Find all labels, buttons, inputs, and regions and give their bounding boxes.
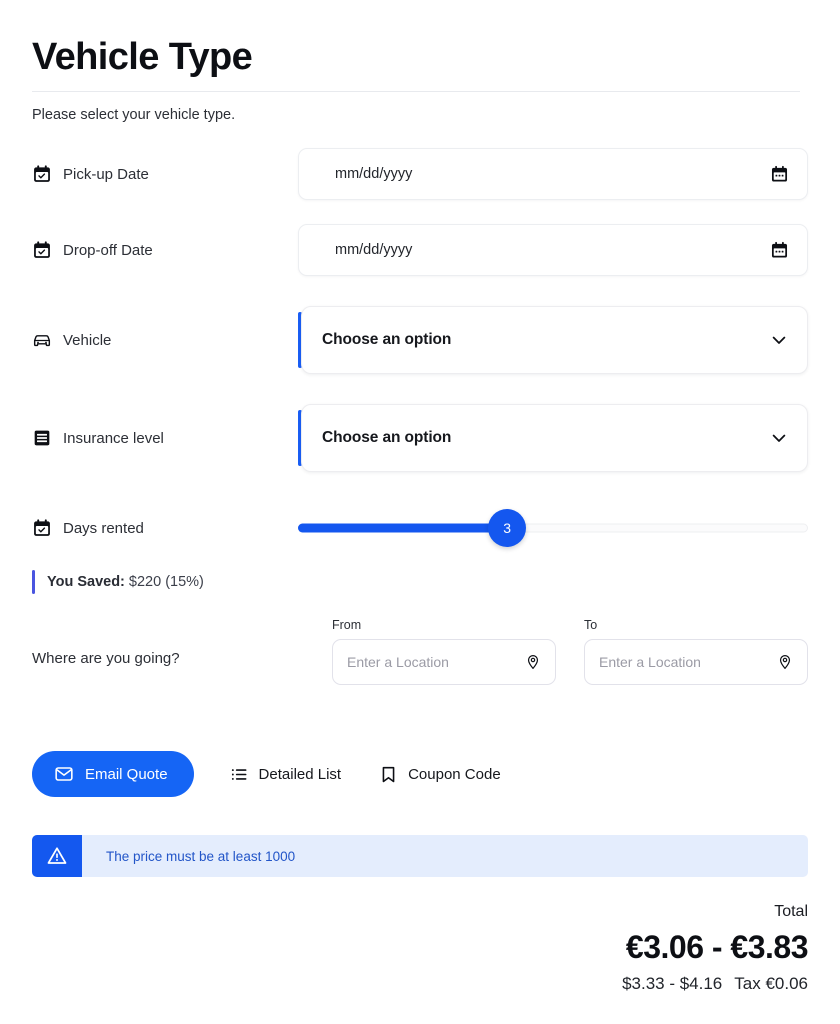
bookmark-icon <box>382 766 395 783</box>
chevron-down-icon[interactable] <box>769 428 789 448</box>
dropoff-date-label: Drop-off Date <box>63 241 153 259</box>
location-row: Where are you going? From Enter a Locati… <box>32 618 808 686</box>
pickup-date-row: Pick-up Date mm/dd/yyyy <box>32 148 808 201</box>
page-subtitle: Please select your vehicle type. <box>32 106 236 123</box>
envelope-icon <box>55 767 73 782</box>
savings-text: You Saved: $220 (15%) <box>47 574 204 590</box>
insurance-label-group: Insurance level <box>32 428 298 448</box>
slider-fill <box>298 523 508 533</box>
list-icon <box>231 769 247 780</box>
location-to-group: To Enter a Location <box>584 618 808 686</box>
detailed-list-label: Detailed List <box>258 765 342 783</box>
savings-amount: $220 (15%) <box>128 574 204 591</box>
dropoff-date-label-group: Drop-off Date <box>32 240 298 260</box>
vehicle-row: Vehicle Choose an option <box>32 306 808 375</box>
vehicle-label: Vehicle <box>63 331 112 349</box>
insurance-select-wrap: Choose an option <box>298 404 808 473</box>
map-pin-icon[interactable] <box>525 654 541 670</box>
insurance-label: Insurance level <box>63 429 164 447</box>
total-label: Total <box>774 903 808 921</box>
action-bar: Email Quote Detailed List Coupon Code <box>32 751 808 798</box>
savings-prefix: You Saved: <box>47 574 125 591</box>
dropoff-date-placeholder: mm/dd/yyyy <box>335 242 413 259</box>
days-rented-label-group: Days rented <box>32 518 298 538</box>
dropoff-date-input[interactable]: mm/dd/yyyy <box>298 224 808 277</box>
vehicle-select-wrap: Choose an option <box>298 306 808 375</box>
alert-icon-box <box>32 835 82 878</box>
alert-message: The price must be at least 1000 <box>106 848 296 864</box>
detailed-list-button[interactable]: Detailed List <box>230 765 342 784</box>
vehicle-label-group: Vehicle <box>32 330 298 350</box>
slider-value: 3 <box>503 520 511 537</box>
total-secondary-line: $3.33 - $4.16 Tax €0.06 <box>32 974 808 994</box>
total-price-range: €3.06 - €3.83 <box>625 928 809 965</box>
dropoff-date-row: Drop-off Date mm/dd/yyyy <box>32 224 808 277</box>
chevron-down-icon[interactable] <box>769 330 789 350</box>
calendar-check-icon <box>34 165 50 183</box>
map-pin-icon[interactable] <box>777 654 793 670</box>
insurance-row: Insurance level Choose an option <box>32 404 808 473</box>
location-to-placeholder: Enter a Location <box>599 654 701 671</box>
price-alert-banner: The price must be at least 1000 <box>32 835 808 878</box>
location-fields: From Enter a Location To Enter a Locatio… <box>332 618 808 686</box>
location-from-input[interactable]: Enter a Location <box>332 639 556 686</box>
vehicle-type-form-page: Vehicle Type Please select your vehicle … <box>0 0 840 1024</box>
pickup-date-input[interactable]: mm/dd/yyyy <box>298 148 808 201</box>
location-to-input[interactable]: Enter a Location <box>584 639 808 686</box>
insurance-select[interactable]: Choose an option <box>301 404 808 473</box>
location-from-label: From <box>332 618 362 633</box>
location-from-group: From Enter a Location <box>332 618 556 686</box>
totals-section: Total €3.06 - €3.83 $3.33 - $4.16 Tax €0.… <box>32 901 808 994</box>
calendar-check-icon <box>34 241 50 259</box>
location-from-placeholder: Enter a Location <box>347 654 449 671</box>
email-quote-button[interactable]: Email Quote <box>32 751 194 798</box>
vehicle-select[interactable]: Choose an option <box>301 306 808 375</box>
warning-triangle-icon <box>47 847 67 865</box>
pickup-date-placeholder: mm/dd/yyyy <box>335 166 413 183</box>
header-divider <box>32 90 800 92</box>
pickup-date-label: Pick-up Date <box>63 165 149 183</box>
page-header: Vehicle Type Please select your vehicle … <box>32 0 808 124</box>
days-rented-slider[interactable]: 3 <box>298 502 808 554</box>
calendar-icon[interactable] <box>770 165 789 184</box>
savings-accent-bar <box>32 570 35 595</box>
coupon-code-button[interactable]: Coupon Code <box>379 765 501 784</box>
total-tax: Tax €0.06 <box>734 973 808 993</box>
days-rented-label: Days rented <box>63 519 144 537</box>
location-question: Where are you going? <box>32 650 180 668</box>
slider-thumb[interactable]: 3 <box>488 509 527 548</box>
pickup-date-label-group: Pick-up Date <box>32 164 298 184</box>
savings-note: You Saved: $220 (15%) <box>32 570 808 595</box>
page-title: Vehicle Type <box>32 36 253 78</box>
days-rented-row: Days rented 3 <box>32 502 808 554</box>
email-quote-label: Email Quote <box>85 765 168 783</box>
calendar-icon[interactable] <box>770 241 789 260</box>
calendar-check-icon <box>34 519 50 537</box>
location-to-label: To <box>584 618 598 633</box>
car-icon <box>33 335 51 347</box>
insurance-select-value: Choose an option <box>322 429 452 447</box>
vehicle-select-value: Choose an option <box>322 331 452 349</box>
total-secondary-range: $3.33 - $4.16 <box>622 973 723 993</box>
coupon-code-label: Coupon Code <box>408 765 501 783</box>
document-lines-icon <box>34 431 50 446</box>
